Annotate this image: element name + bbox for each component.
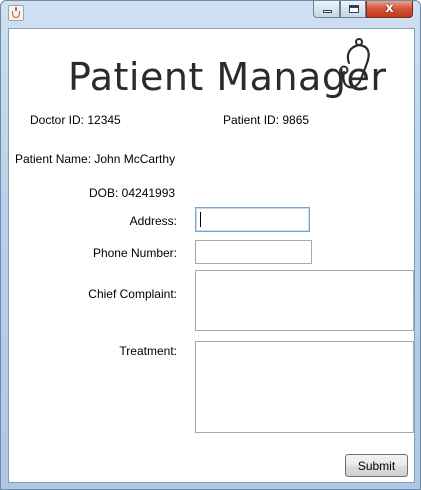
app-window: x Patient Manager Doctor ID: 12345 Patie…: [0, 0, 421, 490]
doctor-id-label: Doctor ID: 12345: [30, 113, 121, 127]
address-label: Address:: [129, 214, 177, 228]
patient-name-label: Patient Name: John McCarthy: [15, 152, 176, 166]
java-cup-icon[interactable]: [8, 5, 24, 21]
treatment-field[interactable]: [195, 341, 414, 433]
close-icon: x: [385, 1, 394, 16]
close-button[interactable]: x: [366, 1, 413, 18]
patient-id-label: Patient ID: 9865: [223, 113, 310, 127]
submit-button[interactable]: Submit: [345, 454, 408, 477]
address-field[interactable]: [195, 207, 310, 232]
phone-number-field[interactable]: [195, 240, 312, 264]
treatment-label: Treatment:: [119, 344, 177, 358]
phone-label: Phone Number:: [92, 246, 177, 260]
title-bar[interactable]: x: [1, 1, 420, 27]
chief-complaint-field[interactable]: [195, 270, 414, 331]
content-panel: Patient Manager Doctor ID: 12345 Patient…: [8, 28, 415, 483]
chief-complaint-label: Chief Complaint:: [88, 287, 177, 301]
maximize-icon: [349, 5, 359, 13]
dob-label: DOB: 04241993: [89, 186, 176, 200]
text-caret: [200, 212, 201, 227]
minimize-icon: [323, 10, 332, 13]
maximize-button[interactable]: [340, 1, 366, 18]
minimize-button[interactable]: [313, 1, 340, 18]
stethoscope-icon: [339, 38, 370, 89]
